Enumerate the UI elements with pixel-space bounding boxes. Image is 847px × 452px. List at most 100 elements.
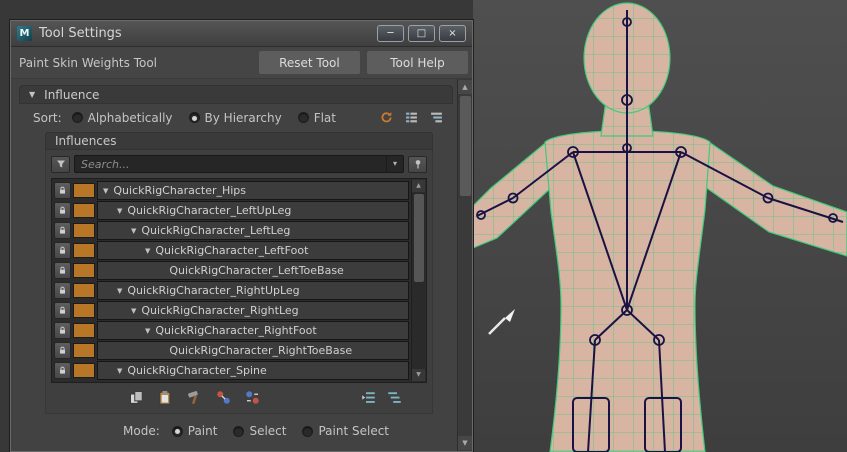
- sort-option-flat[interactable]: Flat: [297, 111, 336, 125]
- influence-color-swatch[interactable]: [73, 263, 95, 278]
- radio-icon: [302, 425, 314, 437]
- lock-icon[interactable]: [54, 242, 71, 259]
- pin-icon[interactable]: [408, 155, 427, 173]
- sort-row: Sort: Alphabetically By Hierarchy Flat: [19, 104, 453, 131]
- maximize-button[interactable]: □: [408, 25, 435, 42]
- influence-row[interactable]: ▼ QuickRigCharacter_LeftFoot: [54, 241, 409, 260]
- expand-arrow-icon[interactable]: ▼: [145, 247, 150, 255]
- radio-icon: [188, 112, 200, 123]
- lock-icon[interactable]: [54, 202, 71, 219]
- scroll-up-icon[interactable]: ▲: [458, 80, 472, 94]
- influence-row[interactable]: ▼ QuickRigCharacter_LeftUpLeg: [54, 201, 409, 220]
- influence-color-swatch[interactable]: [73, 203, 95, 218]
- scroll-down-icon[interactable]: ▼: [458, 436, 472, 450]
- mode-option-paint-select[interactable]: Paint Select: [302, 424, 389, 438]
- influence-section-title: Influence: [44, 87, 100, 102]
- tool-help-button[interactable]: Tool Help: [367, 51, 468, 74]
- list-scroll-up-icon[interactable]: ▲: [412, 180, 425, 192]
- mode-option-select[interactable]: Select: [233, 424, 286, 438]
- tool-settings-window: M Tool Settings ─ □ × Paint Skin Weights…: [10, 20, 473, 452]
- swap-weights-icon[interactable]: [243, 390, 261, 406]
- paint-brush-cursor: [488, 309, 515, 335]
- influence-color-swatch[interactable]: [73, 243, 95, 258]
- expand-arrow-icon[interactable]: ▼: [117, 207, 122, 215]
- screen: M Tool Settings ─ □ × Paint Skin Weights…: [0, 0, 847, 452]
- lock-icon[interactable]: [54, 362, 71, 379]
- influence-color-swatch[interactable]: [73, 183, 95, 198]
- radio-label: Paint: [187, 424, 218, 438]
- sort-option-by-hierarchy[interactable]: By Hierarchy: [188, 110, 282, 125]
- mode-option-paint[interactable]: Paint: [171, 424, 218, 438]
- influence-color-swatch[interactable]: [73, 283, 95, 298]
- list-display-icon[interactable]: [402, 110, 420, 126]
- lock-icon[interactable]: [54, 342, 71, 359]
- radio-label: Alphabetically: [87, 110, 173, 125]
- list-scroll-down-icon[interactable]: ▼: [412, 369, 425, 381]
- influence-label: QuickRigCharacter_Spine: [127, 364, 267, 377]
- minimize-button[interactable]: ─: [377, 25, 404, 42]
- expand-arrow-icon[interactable]: ▼: [131, 227, 136, 235]
- close-button[interactable]: ×: [439, 25, 466, 42]
- lock-icon[interactable]: [54, 222, 71, 239]
- influence-color-swatch[interactable]: [73, 303, 95, 318]
- move-weights-icon[interactable]: [214, 390, 232, 406]
- influences-frame-header[interactable]: Influences: [45, 132, 433, 150]
- influence-color-swatch[interactable]: [73, 363, 95, 378]
- influence-section-header[interactable]: ▼ Influence: [19, 85, 453, 104]
- influence-label: QuickRigCharacter_RightToeBase: [169, 344, 353, 357]
- lock-icon[interactable]: [54, 182, 71, 199]
- expand-display-icon[interactable]: [385, 390, 403, 406]
- influence-row[interactable]: ▼ QuickRigCharacter_RightUpLeg: [54, 281, 409, 300]
- radio-icon: [297, 112, 309, 123]
- search-dropdown-icon[interactable]: ▾: [386, 156, 403, 172]
- lock-icon[interactable]: [54, 282, 71, 299]
- influence-row[interactable]: ▼ QuickRigCharacter_RightLeg: [54, 301, 409, 320]
- 3d-viewport[interactable]: [473, 0, 847, 452]
- scrollbar-thumb[interactable]: [460, 96, 471, 196]
- expand-arrow-icon[interactable]: ▼: [117, 287, 122, 295]
- settings-content: ▲ ▼ ▼ Influence Sort: Alphabetically By …: [11, 78, 472, 451]
- influence-color-swatch[interactable]: [73, 323, 95, 338]
- list-scrollbar-thumb[interactable]: [413, 194, 424, 282]
- character-mesh: [473, 2, 847, 452]
- influence-row[interactable]: ▼ QuickRigCharacter_RightFoot: [54, 321, 409, 340]
- filter-icon[interactable]: [51, 155, 70, 173]
- tree-display-icon[interactable]: [427, 110, 445, 126]
- list-scrollbar[interactable]: ▲ ▼: [411, 180, 425, 381]
- radio-label: Select: [249, 424, 287, 438]
- influences-list: ▼ QuickRigCharacter_Hips ▼ QuickRigCharact…: [51, 178, 427, 383]
- hammer-weights-icon[interactable]: [185, 390, 203, 406]
- influence-row[interactable]: ▼ QuickRigCharacter_LeftLeg: [54, 221, 409, 240]
- radio-label: By Hierarchy: [204, 110, 282, 125]
- refresh-influences-icon[interactable]: [377, 110, 395, 126]
- influence-row[interactable]: ▼QuickRigCharacter_RightToeBase: [54, 341, 409, 360]
- paste-weights-icon[interactable]: [156, 390, 174, 406]
- window-titlebar[interactable]: M Tool Settings ─ □ ×: [11, 21, 472, 47]
- search-input[interactable]: [75, 157, 386, 171]
- lock-icon[interactable]: [54, 262, 71, 279]
- expand-arrow-icon[interactable]: ▼: [131, 307, 136, 315]
- influence-color-swatch[interactable]: [73, 223, 95, 238]
- influence-row[interactable]: ▼QuickRigCharacter_LeftToeBase: [54, 261, 409, 280]
- expand-arrow-icon[interactable]: ▼: [117, 367, 122, 375]
- collapse-arrow-icon[interactable]: ▼: [29, 90, 35, 99]
- lock-icon[interactable]: [54, 302, 71, 319]
- search-field[interactable]: ▾: [74, 155, 404, 173]
- influence-color-swatch[interactable]: [73, 343, 95, 358]
- window-title: Tool Settings: [39, 26, 122, 41]
- sort-option-alphabetically[interactable]: Alphabetically: [71, 110, 173, 125]
- weights-icon-bar: [51, 383, 427, 409]
- lock-icon[interactable]: [54, 322, 71, 339]
- influences-frame: ▾ ▼ QuickRigCharacter_Hips: [45, 150, 433, 414]
- collapse-display-icon[interactable]: [359, 390, 377, 406]
- settings-scrollbar[interactable]: ▲ ▼: [457, 79, 472, 451]
- sort-label: Sort:: [33, 110, 62, 125]
- expand-arrow-icon[interactable]: ▼: [145, 327, 150, 335]
- influence-row[interactable]: ▼ QuickRigCharacter_Hips: [54, 181, 409, 200]
- influence-label: QuickRigCharacter_RightUpLeg: [127, 284, 300, 297]
- reset-tool-button[interactable]: Reset Tool: [258, 51, 360, 74]
- copy-weights-icon[interactable]: [127, 390, 145, 406]
- influence-label: QuickRigCharacter_Hips: [113, 184, 247, 197]
- expand-arrow-icon[interactable]: ▼: [103, 187, 108, 195]
- influence-row[interactable]: ▼ QuickRigCharacter_Spine: [54, 361, 409, 380]
